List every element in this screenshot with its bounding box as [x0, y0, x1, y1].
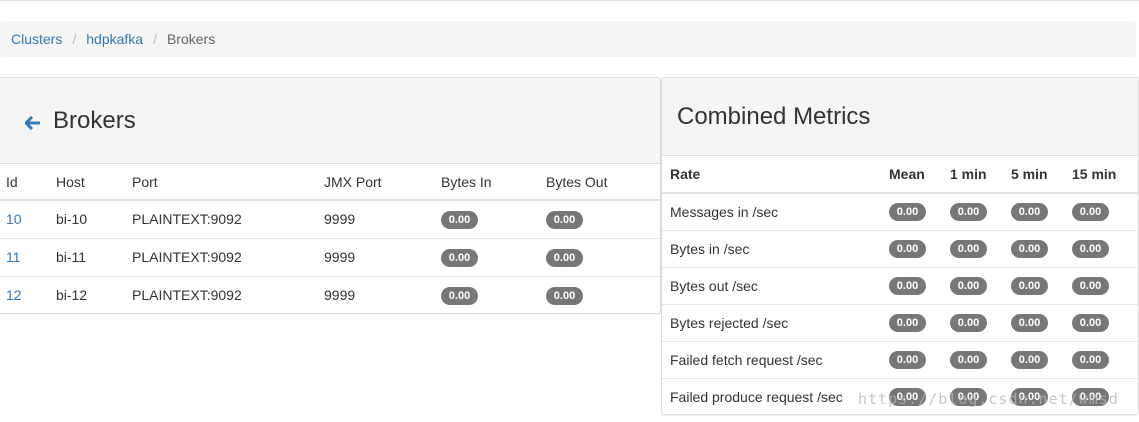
broker-host: bi-10 — [56, 211, 88, 228]
broker-port: PLAINTEXT:9092 — [132, 211, 242, 228]
one-min-badge: 0.00 — [950, 203, 987, 222]
metric-rate-label: Messages in /sec — [670, 203, 779, 220]
col-5min: 5 min — [1003, 156, 1064, 194]
top-divider — [0, 0, 1139, 1]
broker-port: PLAINTEXT:9092 — [123, 237, 315, 276]
broker-id-link[interactable]: 12 — [6, 287, 22, 303]
fifteen-min-badge: 0.00 — [1072, 314, 1109, 332]
broker-id-link[interactable]: 11 — [6, 249, 21, 265]
col-bytes-in: Bytes In — [432, 164, 537, 201]
metric-rate-label: Bytes in /sec — [662, 229, 881, 267]
five-min-badge: 0.00 — [1011, 277, 1048, 295]
metrics-panel-heading: Combined Metrics — [662, 78, 1138, 156]
breadcrumb-current: Brokers — [166, 31, 216, 47]
bytes-in-badge: 0.00 — [441, 248, 478, 267]
table-row: Bytes rejected /sec 0.00 0.00 0.00 0.00 — [662, 303, 1138, 341]
arrow-left-icon[interactable] — [25, 115, 41, 130]
metric-rate-label: Failed fetch request /sec — [662, 340, 881, 378]
mean-badge: 0.00 — [889, 240, 926, 258]
bytes-out-badge: 0.00 — [546, 286, 583, 305]
broker-jmx-port: 9999 — [315, 275, 432, 313]
one-min-badge: 0.00 — [950, 277, 987, 295]
five-min-badge: 0.00 — [1011, 351, 1048, 369]
five-min-badge: 0.00 — [1011, 240, 1048, 258]
bytes-in-badge: 0.00 — [441, 286, 478, 305]
bytes-out-badge: 0.00 — [546, 248, 583, 267]
bytes-in-badge: 0.00 — [441, 210, 478, 229]
table-row: 10 bi-10 PLAINTEXT:9092 9999 0.00 0.00 — [0, 200, 660, 238]
one-min-badge: 0.00 — [950, 314, 987, 332]
col-id: Id — [0, 164, 47, 201]
breadcrumb-separator: / — [72, 31, 77, 47]
table-row: Failed fetch request /sec 0.00 0.00 0.00… — [662, 340, 1138, 378]
col-bytes-out: Bytes Out — [537, 164, 660, 201]
five-min-badge: 0.00 — [1011, 314, 1048, 332]
one-min-badge: 0.00 — [950, 240, 987, 258]
col-1min: 1 min — [942, 156, 1003, 194]
broker-host: bi-12 — [47, 275, 123, 313]
metrics-table: Rate Mean 1 min 5 min 15 min Messages in… — [662, 156, 1138, 414]
mean-badge: 0.00 — [889, 314, 926, 332]
metrics-title: Combined Metrics — [677, 102, 871, 130]
breadcrumb-separator: / — [153, 31, 157, 47]
metric-rate-label: Failed produce request /sec — [662, 377, 881, 414]
col-rate: Rate — [662, 156, 881, 194]
breadcrumb-cluster-link[interactable]: hdpkafka — [86, 31, 143, 47]
fifteen-min-badge: 0.00 — [1072, 277, 1109, 295]
table-row: 12 bi-12 PLAINTEXT:9092 9999 0.00 0.00 — [0, 275, 660, 313]
table-header-row: Rate Mean 1 min 5 min 15 min — [662, 156, 1138, 194]
brokers-panel-heading: Brokers — [0, 78, 660, 164]
five-min-badge: 0.00 — [1011, 203, 1048, 222]
watermark: https://blog.csdn.net/wmsd — [858, 390, 1119, 408]
combined-metrics-panel: Combined Metrics Rate Mean 1 min 5 min 1… — [661, 77, 1139, 415]
broker-host: bi-11 — [47, 237, 123, 276]
one-min-badge: 0.00 — [950, 351, 987, 369]
broker-jmx-port: 9999 — [315, 237, 432, 276]
mean-badge: 0.00 — [889, 203, 926, 222]
metric-rate-label: Bytes rejected /sec — [662, 303, 881, 341]
breadcrumb: Clusters / hdpkafka / Brokers — [0, 21, 1136, 57]
table-row: Messages in /sec 0.00 0.00 0.00 0.00 — [662, 193, 1138, 230]
table-row: 11 bi-11 PLAINTEXT:9092 9999 0.00 0.00 — [0, 237, 660, 276]
broker-id-link[interactable]: 10 — [6, 211, 22, 227]
broker-jmx-port: 9999 — [324, 211, 356, 228]
col-15min: 15 min — [1064, 156, 1138, 194]
table-header-row: Id Host Port JMX Port Bytes In Bytes Out — [0, 164, 660, 201]
fifteen-min-badge: 0.00 — [1072, 203, 1109, 222]
col-host: Host — [47, 164, 123, 201]
col-port: Port — [123, 164, 315, 201]
mean-badge: 0.00 — [889, 277, 926, 295]
brokers-panel: Brokers Id Host Port JMX Port Bytes In B… — [0, 77, 661, 314]
fifteen-min-badge: 0.00 — [1072, 351, 1109, 369]
col-mean: Mean — [881, 156, 942, 194]
metric-rate-label: Bytes out /sec — [662, 266, 881, 304]
brokers-title: Brokers — [53, 106, 136, 134]
fifteen-min-badge: 0.00 — [1072, 240, 1109, 258]
col-jmx-port: JMX Port — [315, 164, 432, 201]
table-row: Bytes out /sec 0.00 0.00 0.00 0.00 — [662, 266, 1138, 304]
bytes-out-badge: 0.00 — [546, 210, 583, 229]
breadcrumb-clusters-link[interactable]: Clusters — [11, 31, 62, 47]
mean-badge: 0.00 — [889, 351, 926, 369]
brokers-table: Id Host Port JMX Port Bytes In Bytes Out… — [0, 164, 660, 313]
broker-port: PLAINTEXT:9092 — [123, 275, 315, 313]
table-row: Bytes in /sec 0.00 0.00 0.00 0.00 — [662, 229, 1138, 267]
